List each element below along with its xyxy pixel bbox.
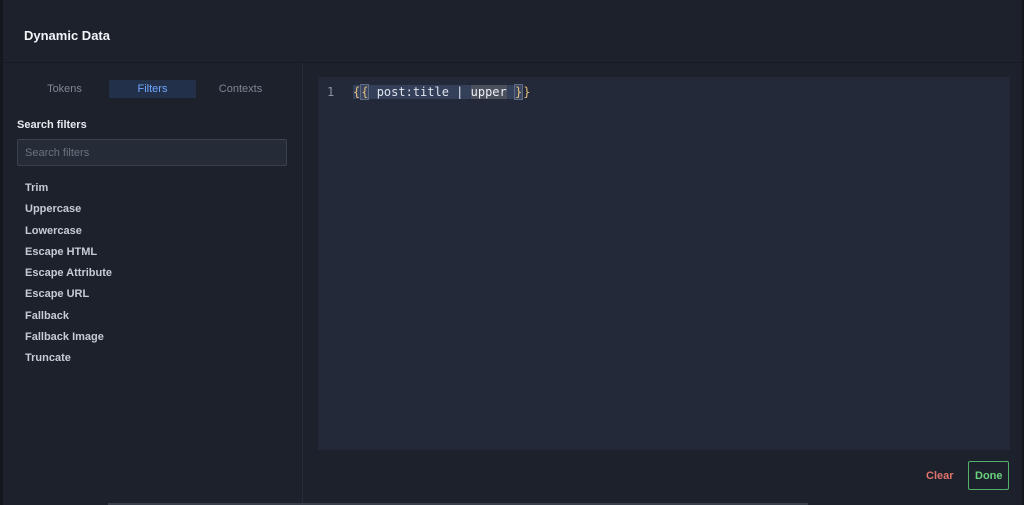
selected-expression: {{ post:title | upper } <box>353 84 524 100</box>
tab-bar: Tokens Filters Contexts <box>17 80 287 98</box>
done-button[interactable]: Done <box>968 461 1009 490</box>
dynamic-data-dialog: Dynamic Data Tokens Filters Contexts Sea… <box>3 0 1022 505</box>
filter-item-fallback[interactable]: Fallback <box>25 306 112 327</box>
filter-item-escape-attribute[interactable]: Escape Attribute <box>25 263 112 284</box>
dialog-title: Dynamic Data <box>24 28 110 43</box>
close-brace-inner: } <box>513 84 524 100</box>
filter-item-uppercase[interactable]: Uppercase <box>25 199 112 220</box>
line-number: 1 <box>327 85 335 99</box>
filter-item-lowercase[interactable]: Lowercase <box>25 221 112 242</box>
dialog-header: Dynamic Data <box>3 0 1022 63</box>
close-brace-outer: } <box>523 85 531 99</box>
code-line[interactable]: {{ post:title | upper }} <box>353 84 530 100</box>
filter-list: Trim Uppercase Lowercase Escape HTML Esc… <box>25 178 112 370</box>
filter-item-escape-url[interactable]: Escape URL <box>25 284 112 305</box>
tab-filters[interactable]: Filters <box>109 80 196 98</box>
filter-item-truncate[interactable]: Truncate <box>25 348 112 369</box>
dialog-footer: Clear Done <box>303 451 1022 505</box>
space-after-expression <box>507 85 514 99</box>
tab-contexts[interactable]: Contexts <box>197 80 284 98</box>
tab-tokens[interactable]: Tokens <box>21 80 108 98</box>
search-filters-input[interactable] <box>17 139 287 166</box>
filter-item-fallback-image[interactable]: Fallback Image <box>25 327 112 348</box>
clear-button[interactable]: Clear <box>920 462 958 490</box>
filter-item-trim[interactable]: Trim <box>25 178 112 199</box>
search-filters-label: Search filters <box>17 119 87 131</box>
filter-name-text: upper <box>470 85 507 99</box>
code-editor[interactable]: 1 {{ post:title | upper }} <box>318 77 1010 450</box>
expression-text: post:title | <box>376 85 471 99</box>
space-before-expression <box>369 85 376 99</box>
sidebar: Tokens Filters Contexts Search filters T… <box>3 63 303 505</box>
filter-item-escape-html[interactable]: Escape HTML <box>25 242 112 263</box>
